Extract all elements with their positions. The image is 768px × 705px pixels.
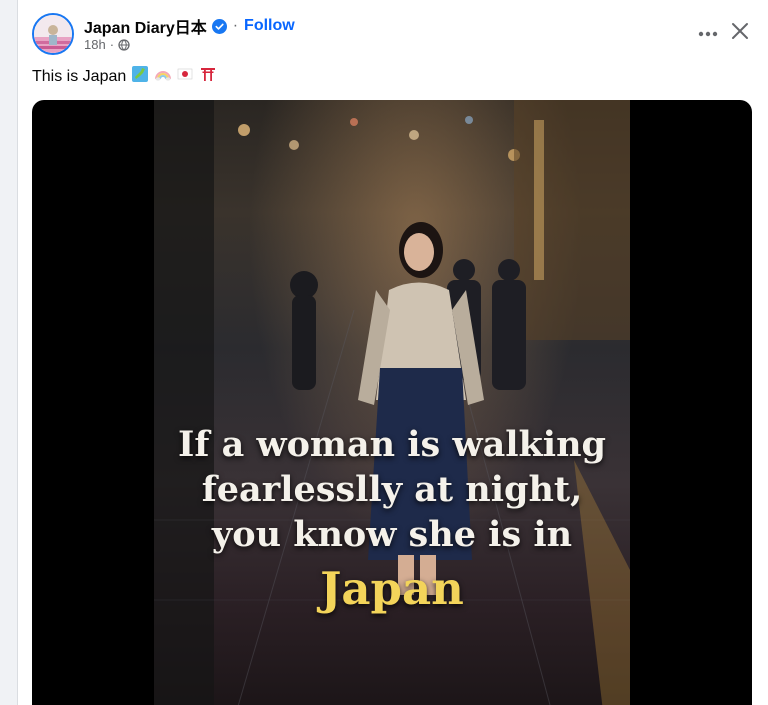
more-options-icon xyxy=(698,24,718,42)
globe-icon[interactable] xyxy=(118,38,130,51)
overlay-line-1: If a woman is walking xyxy=(177,424,607,465)
rainbow-emoji xyxy=(154,66,171,82)
separator-dot: · xyxy=(232,17,239,34)
torii-gate-emoji xyxy=(200,66,216,82)
overlay-line-3: you know she is in xyxy=(211,514,573,555)
page-avatar[interactable] xyxy=(32,13,74,55)
more-options-button[interactable] xyxy=(693,18,723,48)
image-overlay-text: If a woman is walking fearlesslly at nig… xyxy=(32,422,752,619)
post-caption: This is Japan xyxy=(32,66,218,87)
post-media[interactable]: If a woman is walking fearlesslly at nig… xyxy=(32,100,752,705)
japan-flag-emoji xyxy=(177,66,193,82)
post-time[interactable]: 18h xyxy=(84,37,106,52)
overlay-line-2: fearlesslly at night, xyxy=(201,469,583,510)
post-meta: 18h · xyxy=(84,37,130,52)
meta-separator-dot: · xyxy=(109,37,115,52)
close-icon xyxy=(731,22,749,45)
post-card: Japan Diary日本 · Follow 18h · This is Jap… xyxy=(17,0,768,705)
caption-text: This is Japan xyxy=(32,67,127,85)
follow-button[interactable]: Follow xyxy=(244,17,295,35)
avatar-image xyxy=(34,15,72,53)
overlay-highlight-word: Japan xyxy=(320,562,464,615)
post-header: Japan Diary日本 · Follow xyxy=(84,14,295,38)
verified-badge-icon xyxy=(211,18,227,34)
close-button[interactable] xyxy=(725,18,755,48)
page-name-link[interactable]: Japan Diary日本 xyxy=(84,14,207,38)
map-of-japan-emoji xyxy=(132,66,149,82)
